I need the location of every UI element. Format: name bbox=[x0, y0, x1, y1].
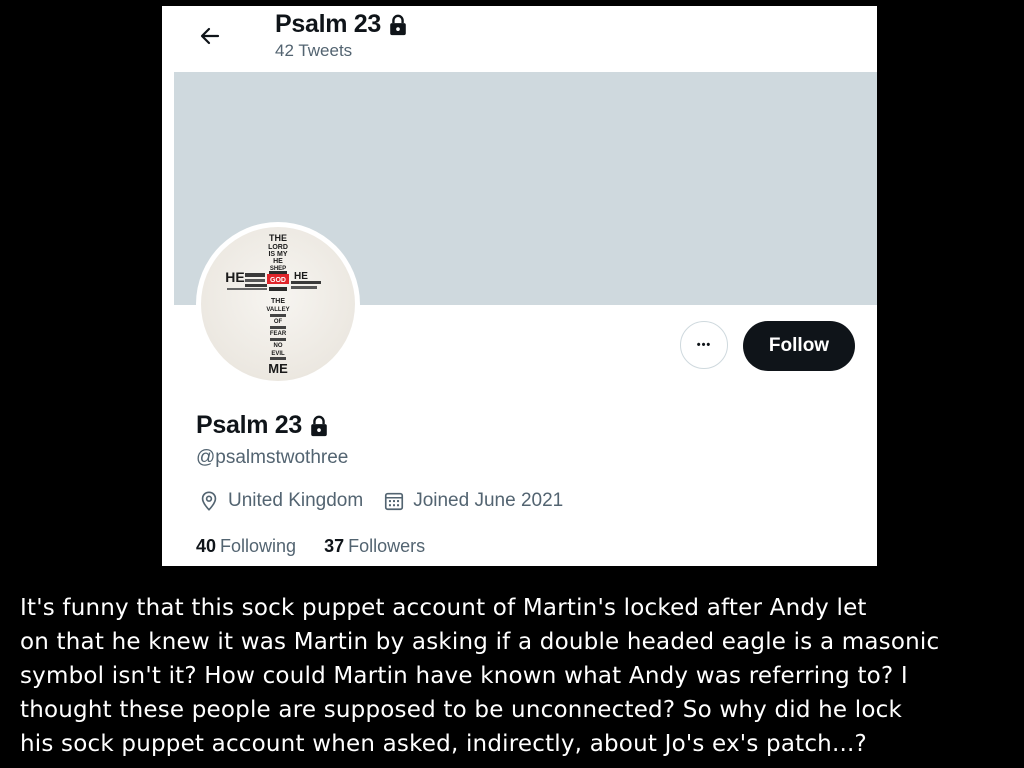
avatar-word-bottom-2: OF bbox=[274, 319, 283, 325]
following-count: 40 bbox=[196, 536, 217, 556]
back-button[interactable] bbox=[192, 18, 228, 54]
join-date: Joined June 2021 bbox=[383, 490, 563, 512]
calendar-icon bbox=[385, 492, 404, 511]
avatar-word-bottom-5: EVIL bbox=[271, 351, 285, 357]
display-name: Psalm 23 bbox=[196, 411, 303, 439]
followers-link[interactable]: 37 Followers bbox=[324, 536, 425, 557]
profile-name: Psalm 23 bbox=[196, 411, 330, 440]
cross-word-art: THE LORD IS MY HE SHEP HE GOD HE THE VAL… bbox=[225, 233, 321, 376]
avatar-image: THE LORD IS MY HE SHEP HE GOD HE THE VAL… bbox=[201, 227, 355, 381]
lock-icon bbox=[390, 14, 406, 35]
avatar-word-bottom-1: VALLEY bbox=[266, 307, 289, 313]
header-display-name: Psalm 23 bbox=[275, 10, 382, 38]
caption-line: symbol isn't it? How could Martin have k… bbox=[20, 663, 908, 689]
caption-line: his sock puppet account when asked, indi… bbox=[20, 731, 867, 757]
location-pin-icon bbox=[201, 491, 217, 511]
avatar[interactable]: THE LORD IS MY HE SHEP HE GOD HE THE VAL… bbox=[196, 222, 360, 386]
avatar-word-bottom-0: THE bbox=[271, 298, 285, 305]
avatar-word-top-1: LORD bbox=[268, 244, 288, 251]
location-text: United Kingdom bbox=[228, 490, 364, 511]
followers-count: 37 bbox=[324, 536, 345, 556]
avatar-word-last: ME bbox=[268, 361, 288, 376]
profile-handle: @psalmstwothree bbox=[196, 447, 349, 468]
joined-text: Joined June 2021 bbox=[413, 490, 564, 511]
caption-line: on that he knew it was Martin by asking … bbox=[20, 629, 940, 655]
profile-card: Psalm 23 42 Tweets THE LORD IS MY HE SHE… bbox=[162, 6, 877, 566]
profile-meta: United Kingdom Joined June 2021 bbox=[198, 490, 583, 512]
avatar-word-top-2: IS MY bbox=[268, 251, 287, 258]
header-title: Psalm 23 bbox=[275, 10, 409, 39]
location: United Kingdom bbox=[198, 490, 363, 512]
caption-line: thought these people are supposed to be … bbox=[20, 697, 903, 723]
following-link[interactable]: 40 Following bbox=[196, 536, 296, 557]
avatar-word-bottom-3: FEAR bbox=[270, 331, 287, 337]
follow-stats: 40 Following 37 Followers bbox=[196, 536, 453, 557]
lock-icon bbox=[311, 415, 327, 436]
avatar-word-left: HE bbox=[225, 269, 244, 285]
more-options-icon: ••• bbox=[696, 339, 712, 351]
avatar-word-center: GOD bbox=[270, 277, 286, 284]
followers-label: Followers bbox=[348, 536, 426, 556]
avatar-word-bottom-4: NO bbox=[274, 343, 283, 349]
caption-line: It's funny that this sock puppet account… bbox=[20, 595, 867, 621]
arrow-left-icon bbox=[200, 27, 220, 45]
follow-button[interactable]: Follow bbox=[743, 321, 855, 371]
avatar-word-right: HE bbox=[294, 271, 308, 282]
following-label: Following bbox=[220, 536, 297, 556]
more-options-button[interactable]: ••• bbox=[680, 321, 728, 369]
profile-header-bar: Psalm 23 42 Tweets bbox=[162, 6, 877, 72]
avatar-word-top-3: HE bbox=[273, 258, 283, 265]
tweet-count: 42 Tweets bbox=[275, 41, 353, 60]
caption-text: It's funny that this sock puppet account… bbox=[20, 591, 1020, 761]
avatar-word-top-0: THE bbox=[269, 233, 287, 243]
